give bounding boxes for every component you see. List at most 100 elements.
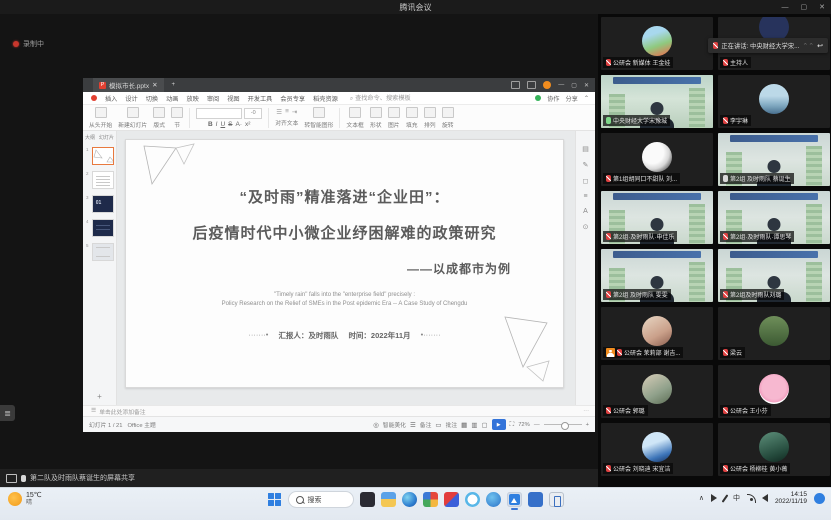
textbox-button[interactable]: 文本框 [346, 107, 363, 129]
slide-thumbnail-3[interactable]: 3 01 [86, 195, 114, 213]
italic-button[interactable]: I [216, 121, 218, 128]
search-box[interactable]: 搜索 [288, 491, 354, 508]
phone-link-icon[interactable] [549, 492, 564, 507]
menu-slideshow[interactable]: 放映 [187, 94, 199, 103]
account-avatar[interactable] [543, 81, 551, 89]
maximize-button[interactable]: ▢ [801, 3, 808, 11]
normal-view-icon[interactable]: ▦ [461, 421, 467, 429]
comment-toggle[interactable]: 批注 [446, 420, 458, 429]
menu-review[interactable]: 审阅 [207, 94, 219, 103]
menu-view[interactable]: 视图 [227, 94, 239, 103]
menu-animation[interactable]: 动画 [166, 94, 178, 103]
bullet-list-icon[interactable]: ☰ [276, 108, 282, 116]
layout-button[interactable]: 版式 [153, 107, 165, 129]
volume-icon[interactable] [762, 494, 768, 502]
zoom-slider[interactable] [544, 424, 582, 425]
grid-view-icon[interactable] [527, 81, 536, 89]
design-pane-icon[interactable]: ◻ [583, 177, 589, 185]
current-slide[interactable]: “及时雨”精准落进“企业田”： 后疫情时代中小微企业纾困解难的政策研究 ——以成… [125, 139, 564, 388]
smart-graphic-button[interactable]: 转智能图形 [304, 107, 333, 129]
strike-button[interactable]: S [228, 121, 232, 128]
clock[interactable]: 14:15 2022/11/19 [775, 491, 807, 506]
fit-window-icon[interactable]: ⛶ [510, 421, 515, 429]
sidebar-toggle-button[interactable]: ≣ [0, 405, 15, 421]
reply-arrow-icon[interactable]: ↩ [817, 42, 823, 50]
command-search[interactable]: ⌕ 查找命令、搜索模板 [350, 93, 411, 103]
menu-transition[interactable]: 切换 [146, 94, 158, 103]
wps-close-button[interactable]: ✕ [584, 82, 589, 89]
indent-icon[interactable]: ⇥ [292, 108, 297, 116]
arrange-button[interactable]: 排列 [424, 107, 436, 129]
ime-indicator[interactable]: 中 [733, 493, 740, 503]
participant-tile[interactable]: 第2组·及时雨队·谭思琴 [718, 191, 830, 244]
participant-tile[interactable]: 公研会 郭璐 [601, 365, 713, 418]
menu-insert[interactable]: 插入 [105, 94, 117, 103]
participant-tile[interactable]: 公研会 茉莉部 谢吉... [601, 307, 713, 360]
menu-member[interactable]: 会员专享 [280, 94, 305, 103]
bold-button[interactable]: B [208, 121, 213, 128]
ribbon-collapse-icon[interactable]: ⌃ [584, 95, 589, 102]
rotate-button[interactable]: 旋转 [442, 107, 454, 129]
wifi-icon[interactable] [747, 494, 755, 502]
notes-app-icon[interactable] [360, 492, 375, 507]
participant-tile[interactable]: 公研会 新媒体 王金娃 [601, 17, 713, 70]
store-app-icon[interactable] [423, 492, 438, 507]
participant-tile[interactable]: 第1组胡同口不甜队 刘... [601, 133, 713, 186]
from-start-button[interactable]: 从头开始 [89, 107, 112, 129]
font-name-box[interactable] [196, 108, 242, 119]
close-button[interactable]: ✕ [819, 3, 825, 11]
fill-button[interactable]: 填充 [406, 107, 418, 129]
wechat-work-icon[interactable] [528, 492, 543, 507]
note-toggle[interactable]: 备注 [420, 420, 432, 429]
zoom-in-button[interactable]: + [586, 422, 589, 428]
participant-tile[interactable]: 李宇琳 [718, 75, 830, 128]
wps-minimize-button[interactable]: — [558, 82, 564, 88]
slideshow-play-button[interactable]: ▶ [492, 419, 506, 430]
tab-slides[interactable]: 幻灯片 [99, 134, 114, 141]
underline-button[interactable]: U [220, 121, 225, 128]
new-slide-button[interactable]: 新建幻灯片 [118, 107, 147, 129]
minimize-button[interactable]: — [782, 4, 789, 11]
animation-pane-icon[interactable]: ✎ [583, 161, 589, 169]
file-explorer-icon[interactable] [381, 492, 396, 507]
align-text-button[interactable]: 对齐文本 [275, 118, 298, 127]
tencent-meeting-icon[interactable] [507, 492, 522, 507]
collab-button[interactable]: 协作 [547, 94, 559, 103]
participant-tile[interactable]: 公研会 杨柳桂 黄小薇 [718, 423, 830, 476]
v-app-icon[interactable] [444, 492, 459, 507]
slide-thumbnail-2[interactable]: 2 [86, 171, 114, 189]
slide-thumbnail-1[interactable]: 1 [86, 147, 114, 165]
media-app-icon[interactable] [465, 492, 480, 507]
menu-design[interactable]: 设计 [125, 94, 137, 103]
tray-expand-chevron[interactable]: ∧ [699, 494, 704, 502]
sorter-view-icon[interactable]: ▥ [471, 421, 477, 429]
weather-widget[interactable]: 15℃ 晴 [8, 492, 42, 506]
participant-tile[interactable]: 第2组 及时雨队 雯雯 [601, 249, 713, 302]
start-button[interactable] [268, 493, 282, 507]
pen-icon[interactable] [722, 494, 729, 503]
document-tab[interactable]: P 模拟市长.pptx ✕ [93, 78, 164, 92]
tab-close-icon[interactable]: ✕ [152, 81, 157, 89]
notification-badge[interactable] [814, 493, 825, 504]
add-slide-button[interactable]: + [83, 392, 116, 401]
participant-tile-speaking[interactable]: 中央财经大学宋豫城 [601, 75, 713, 128]
help-pane-icon[interactable]: ⊙ [583, 223, 589, 231]
notes-more-icon[interactable]: ··· [583, 408, 595, 414]
wps-maximize-button[interactable]: ▢ [571, 82, 577, 89]
shape-button[interactable]: 形状 [370, 107, 382, 129]
browser-app-icon[interactable] [486, 492, 501, 507]
selection-pane-icon[interactable]: A [583, 208, 588, 215]
menu-resources[interactable]: 稻壳资源 [313, 94, 338, 103]
slide-thumbnail-5[interactable]: 5 [86, 243, 114, 261]
picture-button[interactable]: 图片 [388, 107, 400, 129]
notes-bar[interactable]: ☰ 单击此处添加备注 ··· [83, 405, 595, 416]
slide-thumbnail-4[interactable]: 4 [86, 219, 114, 237]
reading-view-icon[interactable]: ▢ [481, 421, 487, 429]
comment-pane-icon[interactable]: ≡ [583, 193, 587, 200]
share-button[interactable]: 分享 [565, 94, 577, 103]
zoom-out-button[interactable]: — [534, 422, 540, 428]
participant-tile[interactable]: 第2组 及时雨队 蔡诞生 [718, 133, 830, 186]
onedrive-icon[interactable] [711, 494, 717, 502]
font-size-box[interactable]: -0 [244, 108, 262, 119]
properties-icon[interactable]: ▤ [582, 145, 589, 153]
